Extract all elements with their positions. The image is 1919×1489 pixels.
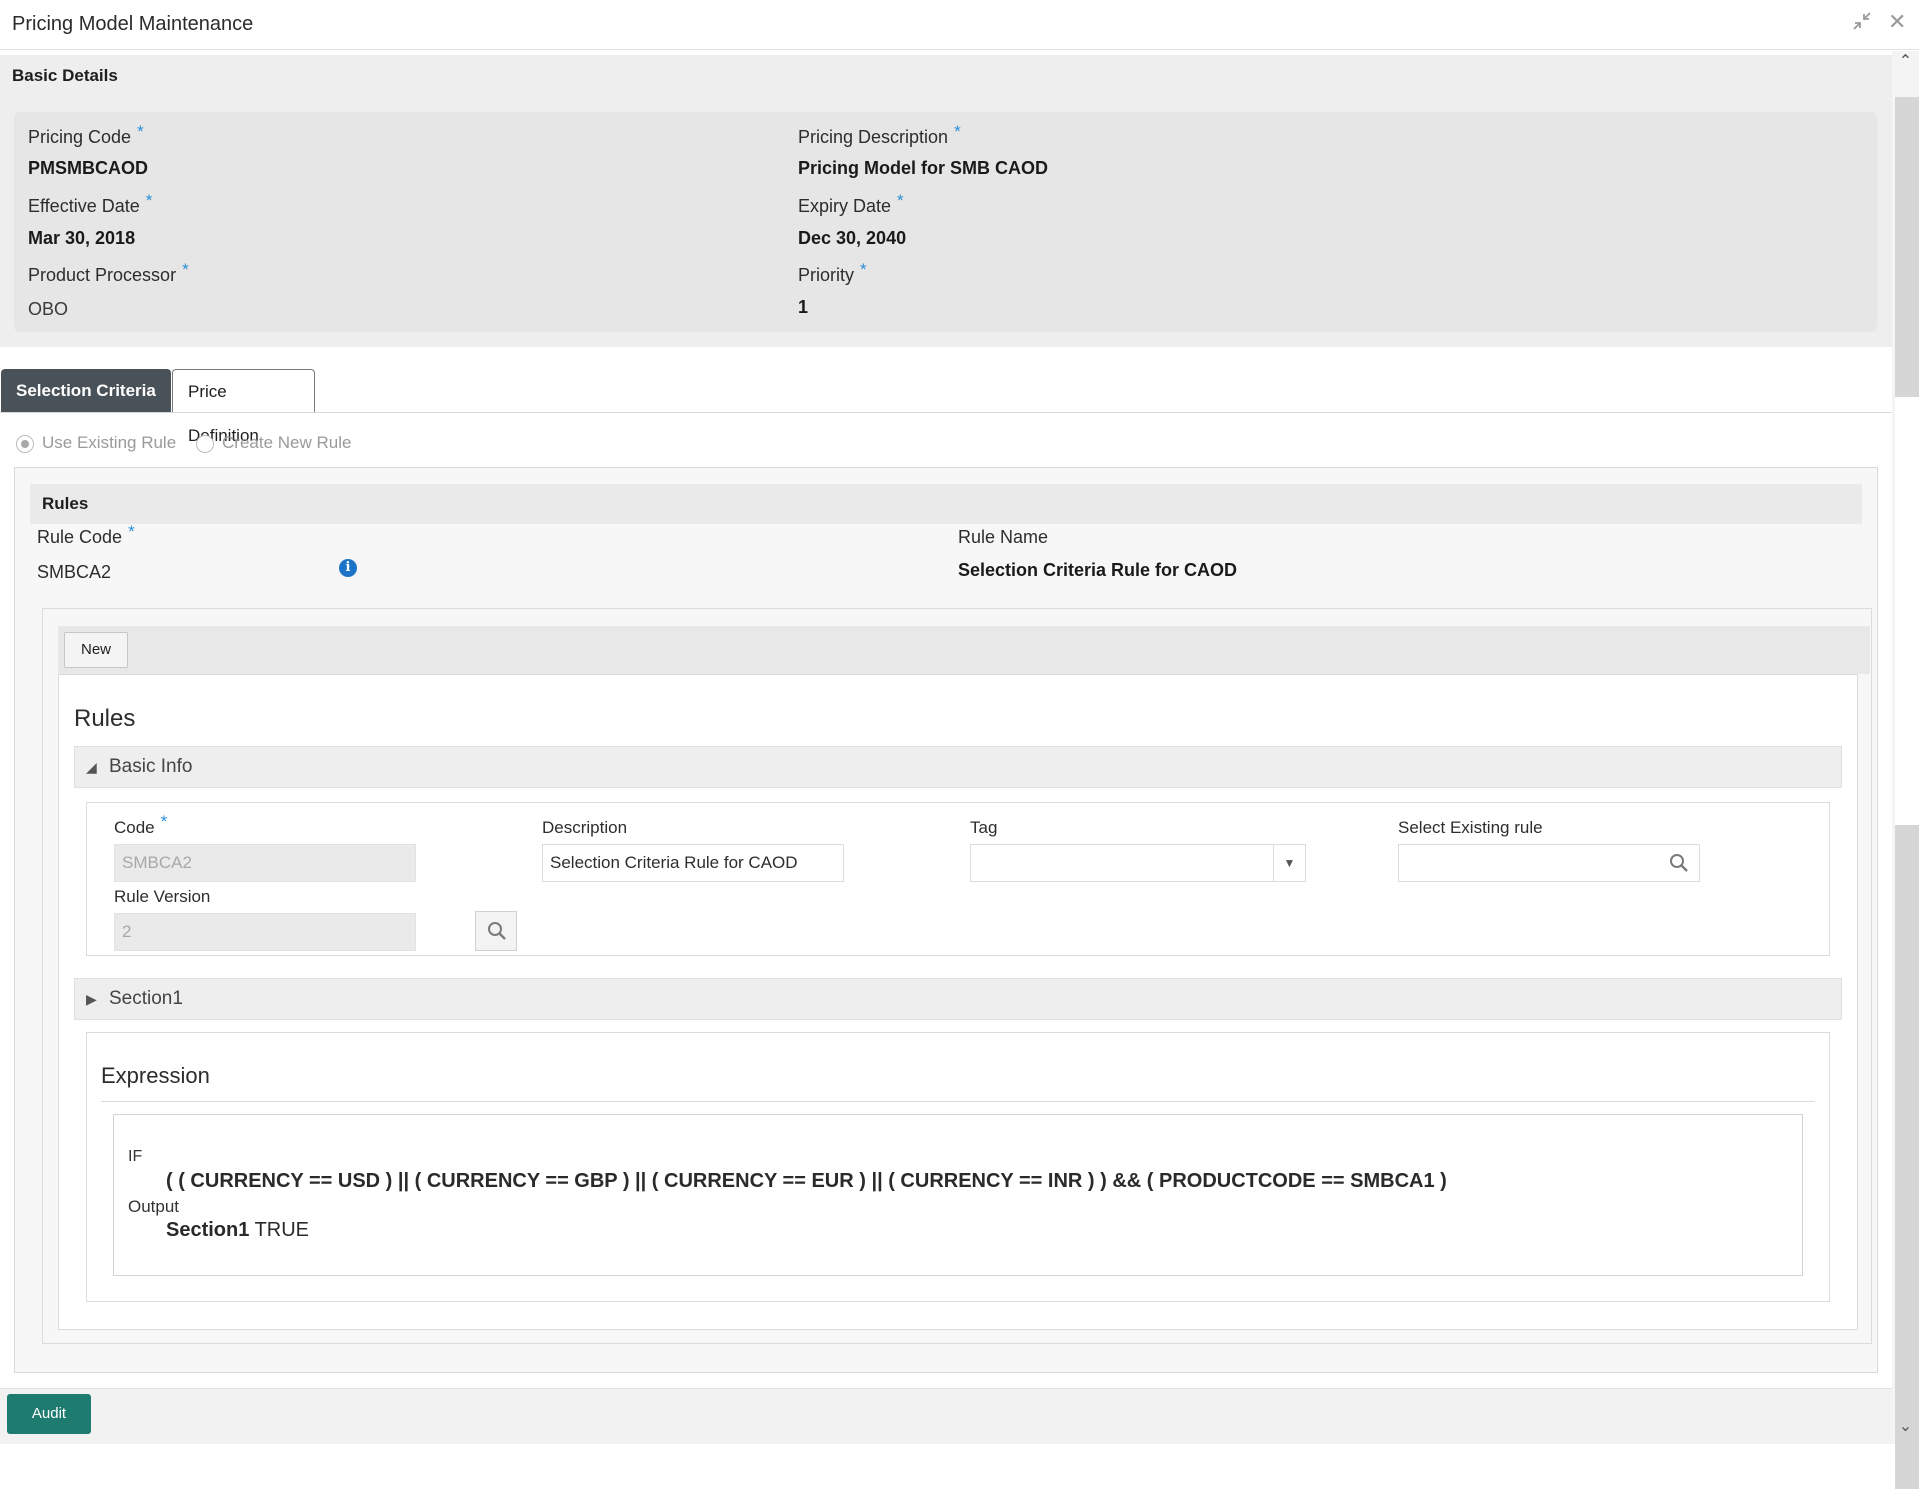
priority-label: Priority * [798, 260, 867, 285]
select-existing-rule-input[interactable] [1398, 844, 1700, 882]
required-marker: * [860, 260, 867, 279]
effective-date-label: Effective Date * [28, 191, 153, 216]
chevron-down-icon[interactable]: ▼ [1273, 845, 1305, 881]
pricing-description-value: Pricing Model for SMB CAOD [798, 158, 1049, 178]
rules-header-band [30, 484, 1862, 524]
scroll-down-icon[interactable]: ⌄ [1892, 1416, 1919, 1436]
rule-toolbar [58, 626, 1870, 674]
description-input[interactable]: Selection Criteria Rule for CAOD [542, 844, 844, 882]
collapse-triangle-icon: ◢ [86, 759, 97, 775]
select-existing-rule-label: Select Existing rule [1398, 818, 1543, 837]
expression-output: Section1 TRUE [166, 1219, 309, 1242]
tag-label: Tag [970, 818, 998, 837]
tab-price-definition[interactable]: Price Definition [172, 369, 315, 445]
expression-output-label: Output [128, 1197, 180, 1216]
pricing-code-value: PMSMBCAOD [28, 158, 148, 178]
required-marker: * [897, 191, 904, 210]
required-marker: * [128, 522, 135, 541]
tag-select[interactable]: ▼ [970, 844, 1306, 882]
expression-box [113, 1114, 1803, 1276]
footer-bar [0, 1388, 1892, 1444]
basic-info-header[interactable]: ◢ Basic Info [74, 746, 1842, 788]
priority-value: 1 [798, 297, 809, 317]
radio-create-new-rule[interactable]: Create New Rule [196, 433, 351, 455]
tab-divider [0, 412, 1892, 413]
rule-version-label: Rule Version [114, 887, 211, 906]
description-label: Description [542, 818, 628, 837]
radio-selected-icon [16, 434, 34, 453]
close-icon[interactable]: ✕ [1888, 9, 1906, 35]
section1-header[interactable]: ▶ Section1 [74, 978, 1842, 1020]
basic-info-title: Basic Info [109, 756, 193, 777]
window-title: Pricing Model Maintenance [12, 13, 254, 35]
search-icon [488, 922, 506, 940]
required-marker: * [954, 122, 961, 141]
rule-editor-heading: Rules [74, 705, 136, 732]
rule-version-input: 2 [114, 913, 416, 951]
expiry-date-label: Expiry Date * [798, 191, 904, 216]
scroll-up-icon[interactable]: ⌃ [1892, 51, 1919, 71]
audit-button[interactable]: Audit [7, 1394, 91, 1434]
expand-triangle-icon: ▶ [86, 991, 97, 1007]
required-marker: * [145, 191, 153, 210]
expression-condition: ( ( CURRENCY == USD ) || ( CURRENCY == G… [166, 1170, 1447, 1192]
tab-selection-criteria[interactable]: Selection Criteria [1, 369, 171, 413]
required-marker: * [182, 260, 189, 279]
rules-title: Rules [42, 494, 89, 513]
pricing-code-label: Pricing Code * [28, 122, 144, 147]
pricing-description-label: Pricing Description * [798, 122, 961, 147]
required-marker: * [160, 812, 168, 831]
expression-divider [101, 1101, 1815, 1102]
search-icon[interactable] [1669, 853, 1689, 873]
rule-version-search-button[interactable] [475, 911, 517, 951]
info-icon[interactable]: i [339, 559, 357, 577]
product-processor-label: Product Processor * [28, 260, 189, 285]
required-marker: * [137, 122, 144, 141]
output-value: TRUE [254, 1219, 310, 1241]
basic-details-title: Basic Details [12, 66, 118, 85]
output-section: Section1 [166, 1219, 250, 1241]
window-header: Pricing Model Maintenance ✕ [0, 0, 1919, 50]
product-processor-value: OBO [28, 299, 69, 319]
scrollbar-thumb[interactable] [1895, 397, 1919, 825]
section1-title: Section1 [109, 988, 183, 1009]
effective-date-value: Mar 30, 2018 [28, 228, 136, 248]
vertical-scrollbar[interactable]: ⌃ ⌄ [1892, 51, 1919, 1489]
rule-name-label: Rule Name [958, 527, 1049, 547]
expiry-date-value: Dec 30, 2040 [798, 228, 907, 248]
rule-code-value: SMBCA2 [37, 562, 112, 582]
code-label: Code * [114, 812, 168, 837]
radio-unselected-icon [196, 434, 214, 453]
collapse-arrows-icon[interactable] [1852, 11, 1872, 37]
expression-title: Expression [101, 1063, 210, 1088]
radio-use-existing-rule[interactable]: Use Existing Rule [16, 433, 176, 455]
expression-if-label: IF [128, 1148, 143, 1165]
new-button[interactable]: New [64, 632, 128, 668]
rule-code-label: Rule Code * [37, 522, 135, 547]
rule-name-value: Selection Criteria Rule for CAOD [958, 560, 1238, 580]
code-input: SMBCA2 [114, 844, 416, 882]
